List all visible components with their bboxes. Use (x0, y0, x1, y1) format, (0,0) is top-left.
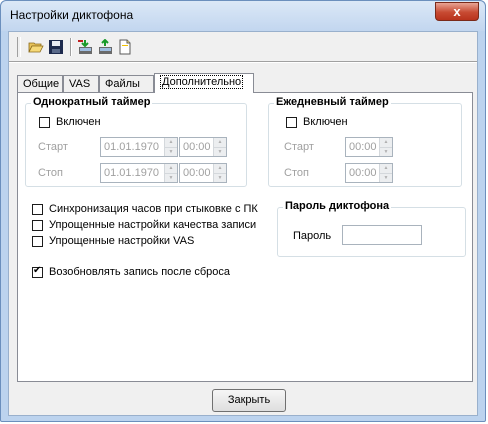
tab-advanced[interactable]: Дополнительно (154, 73, 254, 93)
advanced-tab-panel: Однократный таймер Включен Старт 01.01.1… (17, 92, 473, 382)
toolbar (13, 34, 469, 61)
once-timer-group: Однократный таймер Включен Старт 01.01.1… (25, 96, 247, 187)
spin-up-icon[interactable]: ▲ (380, 138, 392, 147)
spin-up-icon[interactable]: ▲ (214, 138, 226, 147)
time-value: 00:00 (183, 141, 211, 153)
checkbox-box (39, 116, 50, 128)
spin-arrows: ▲ ▼ (379, 138, 392, 156)
daily-timer-title: Ежедневный таймер (274, 96, 391, 108)
spin-arrows: ▲ ▼ (164, 164, 177, 182)
date-value: 01.01.1970 (104, 167, 160, 179)
window-title: Настройки диктофона (10, 8, 134, 22)
once-start-date-picker[interactable]: 01.01.1970 ▲ ▼ (100, 137, 178, 157)
toolbar-grip[interactable] (17, 37, 21, 57)
tab-general[interactable]: Общие (17, 75, 63, 92)
once-stop-date-picker[interactable]: 01.01.1970 ▲ ▼ (100, 163, 178, 183)
spin-arrows: ▲ ▼ (213, 138, 226, 156)
checkbox-label: Упрощенные настройки VAS (49, 235, 195, 247)
new-document-icon[interactable] (115, 37, 135, 57)
toolbar-divider (9, 61, 477, 63)
window-close-button[interactable]: x (435, 2, 479, 21)
checkbox-label: Упрощенные настройки качества записи (49, 219, 257, 231)
close-button[interactable]: Закрыть (212, 389, 286, 412)
tab-files[interactable]: Файлы (99, 75, 154, 92)
tab-vas[interactable]: VAS (63, 75, 99, 92)
checkbox-box (286, 116, 297, 128)
dialog-client-area: Общие VAS Файлы Дополнительно Однократны… (8, 31, 478, 416)
checkbox-label: Включен (56, 116, 101, 128)
daily-stop-time-picker[interactable]: 00:00 ▲ ▼ (345, 163, 393, 183)
password-label: Пароль (293, 230, 332, 242)
spin-up-icon[interactable]: ▲ (380, 164, 392, 173)
checkbox-label: Возобновлять запись после сброса (49, 266, 231, 278)
title-bar[interactable]: Настройки диктофона x (1, 1, 485, 31)
daily-stop-label: Стоп (284, 167, 309, 179)
sync-clock-checkbox[interactable]: Синхронизация часов при стыковке с ПК (32, 203, 258, 215)
spin-down-icon[interactable]: ▼ (214, 146, 226, 156)
password-input[interactable] (342, 225, 422, 245)
checkbox-box (32, 203, 43, 215)
checkbox-box (32, 235, 43, 247)
spin-down-icon[interactable]: ▼ (165, 172, 177, 182)
once-stop-label: Стоп (38, 167, 63, 179)
simple-quality-checkbox[interactable]: Упрощенные настройки качества записи (32, 219, 256, 231)
time-value: 00:00 (183, 167, 211, 179)
password-group: Пароль диктофона Пароль (277, 200, 466, 257)
tab-advanced-label: Дополнительно (160, 75, 244, 89)
once-timer-title: Однократный таймер (31, 96, 153, 108)
dialog-window: Настройки диктофона x Общие VAS Файлы До… (0, 0, 486, 422)
daily-start-time-picker[interactable]: 00:00 ▲ ▼ (345, 137, 393, 157)
spin-arrows: ▲ ▼ (213, 164, 226, 182)
open-folder-icon[interactable] (26, 37, 46, 57)
once-start-label: Старт (38, 141, 68, 153)
time-value: 00:00 (349, 167, 377, 179)
once-start-time-picker[interactable]: 00:00 ▲ ▼ (179, 137, 227, 157)
spin-up-icon[interactable]: ▲ (165, 138, 177, 147)
daily-timer-group: Ежедневный таймер Включен Старт 00:00 ▲ ▼… (268, 96, 462, 187)
checkbox-box (32, 219, 43, 231)
save-icon[interactable] (46, 37, 66, 57)
simple-vas-checkbox[interactable]: Упрощенные настройки VAS (32, 235, 194, 247)
once-stop-time-picker[interactable]: 00:00 ▲ ▼ (179, 163, 227, 183)
spin-arrows: ▲ ▼ (379, 164, 392, 182)
spin-down-icon[interactable]: ▼ (165, 146, 177, 156)
spin-up-icon[interactable]: ▲ (165, 164, 177, 173)
checkbox-box-checked (32, 265, 43, 278)
spin-down-icon[interactable]: ▼ (380, 172, 392, 182)
time-value: 00:00 (349, 141, 377, 153)
spin-up-icon[interactable]: ▲ (214, 164, 226, 173)
resume-after-reset-checkbox[interactable]: Возобновлять запись после сброса (32, 265, 231, 278)
date-value: 01.01.1970 (104, 141, 160, 153)
once-timer-enabled-checkbox[interactable]: Включен (39, 116, 101, 128)
spin-arrows: ▲ ▼ (164, 138, 177, 156)
toolbar-separator (70, 38, 72, 56)
daily-start-label: Старт (284, 141, 314, 153)
checkbox-label: Включен (303, 116, 348, 128)
checkbox-label: Синхронизация часов при стыковке с ПК (49, 203, 258, 215)
spin-down-icon[interactable]: ▼ (380, 146, 392, 156)
password-title: Пароль диктофона (283, 200, 392, 212)
daily-timer-enabled-checkbox[interactable]: Включен (286, 116, 348, 128)
spin-down-icon[interactable]: ▼ (214, 172, 226, 182)
export-icon[interactable] (95, 37, 115, 57)
import-icon[interactable] (75, 37, 95, 57)
